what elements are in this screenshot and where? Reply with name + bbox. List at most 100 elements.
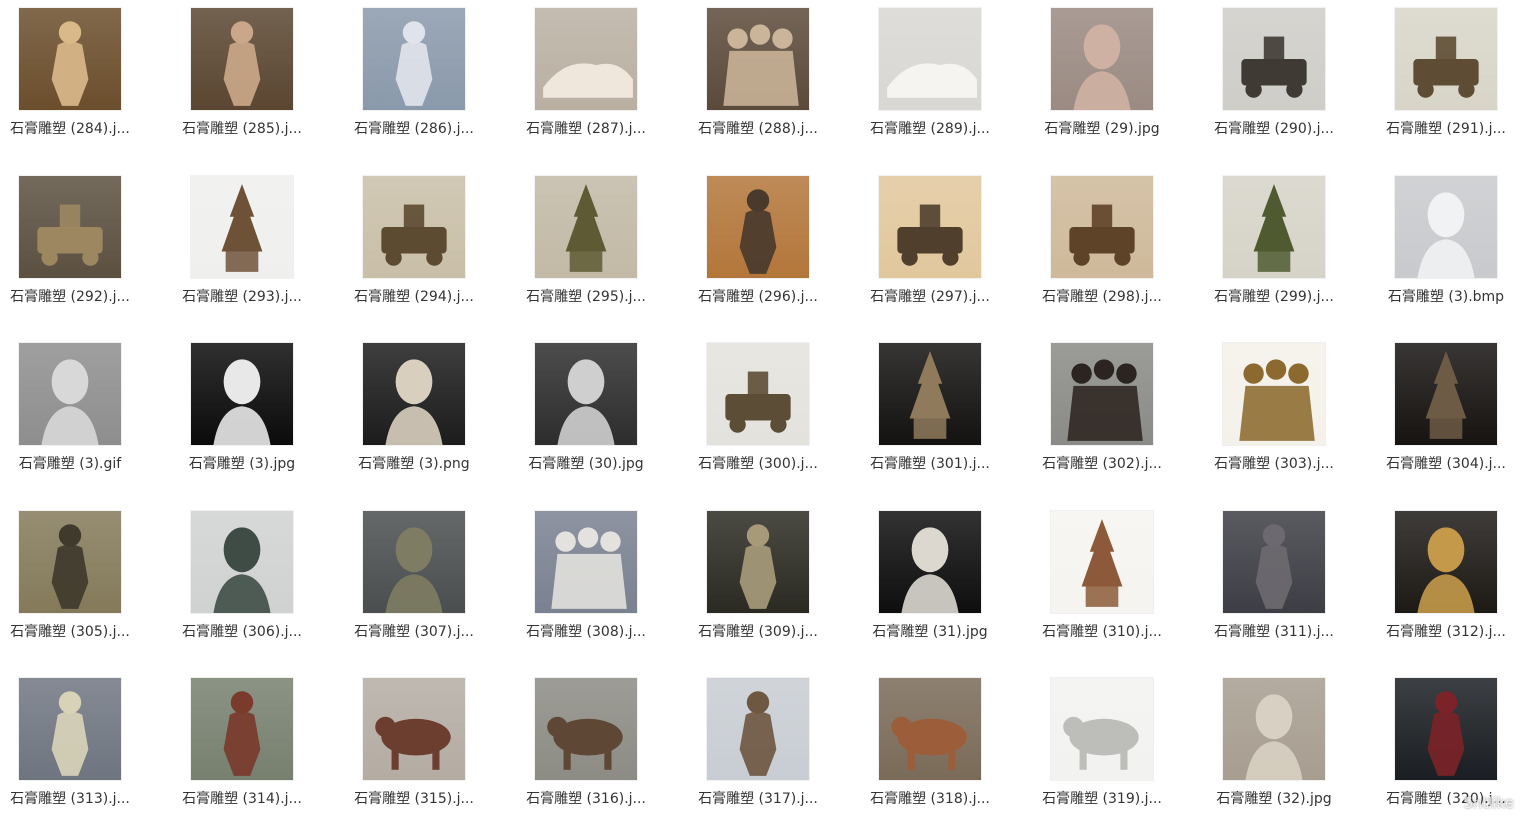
file-thumbnail[interactable] — [1395, 8, 1497, 110]
thumbnail-image — [19, 678, 121, 780]
file-item[interactable]: 石膏雕塑 (318).j... — [863, 670, 1036, 838]
file-item[interactable]: 石膏雕塑 (313).j... — [0, 670, 173, 838]
file-item[interactable]: 石膏雕塑 (291).j... — [1380, 0, 1522, 168]
file-item[interactable]: 石膏雕塑 (311).j... — [1208, 503, 1381, 671]
file-thumbnail[interactable] — [1223, 678, 1325, 780]
file-thumbnail[interactable] — [535, 511, 637, 613]
file-thumbnail[interactable] — [191, 678, 293, 780]
file-item[interactable]: 石膏雕塑 (286).j... — [345, 0, 518, 168]
file-thumbnail[interactable] — [363, 511, 465, 613]
file-thumbnail[interactable] — [363, 8, 465, 110]
file-item[interactable]: 石膏雕塑 (293).j... — [173, 168, 346, 336]
file-item[interactable]: 石膏雕塑 (3).jpg — [173, 335, 346, 503]
file-item[interactable]: 石膏雕塑 (3).png — [345, 335, 518, 503]
file-thumbnail[interactable] — [1051, 8, 1153, 110]
file-item[interactable]: 石膏雕塑 (303).j... — [1208, 335, 1381, 503]
file-thumbnail[interactable] — [535, 176, 637, 278]
file-item[interactable]: 石膏雕塑 (299).j... — [1208, 168, 1381, 336]
file-thumbnail[interactable] — [707, 511, 809, 613]
file-thumbnail[interactable] — [535, 8, 637, 110]
file-thumbnail[interactable] — [19, 176, 121, 278]
file-item[interactable]: 石膏雕塑 (296).j... — [690, 168, 863, 336]
file-thumbnail[interactable] — [1395, 176, 1497, 278]
file-item[interactable]: 石膏雕塑 (3).bmp — [1380, 168, 1522, 336]
file-item[interactable]: 石膏雕塑 (3).gif — [0, 335, 173, 503]
file-thumbnail[interactable] — [535, 343, 637, 445]
file-item[interactable]: 石膏雕塑 (304).j... — [1380, 335, 1522, 503]
file-item[interactable]: 石膏雕塑 (30).jpg — [518, 335, 691, 503]
file-thumbnail[interactable] — [1395, 511, 1497, 613]
file-item[interactable]: 石膏雕塑 (32).jpg — [1208, 670, 1381, 838]
file-thumbnail[interactable] — [707, 8, 809, 110]
file-item[interactable]: 石膏雕塑 (316).j... — [518, 670, 691, 838]
file-item[interactable]: 石膏雕塑 (284).j... — [0, 0, 173, 168]
file-thumbnail[interactable] — [707, 343, 809, 445]
file-thumbnail[interactable] — [19, 343, 121, 445]
file-item[interactable]: 石膏雕塑 (310).j... — [1035, 503, 1208, 671]
file-thumbnail[interactable] — [191, 511, 293, 613]
file-thumbnail[interactable] — [363, 678, 465, 780]
file-thumbnail[interactable] — [191, 343, 293, 445]
file-thumbnail[interactable] — [707, 176, 809, 278]
file-thumbnail[interactable] — [707, 678, 809, 780]
thumbnail-image — [1223, 678, 1325, 780]
file-thumbnail[interactable] — [1223, 511, 1325, 613]
file-thumbnail[interactable] — [191, 176, 293, 278]
file-item[interactable]: 石膏雕塑 (319).j... — [1035, 670, 1208, 838]
file-item[interactable]: 石膏雕塑 (305).j... — [0, 503, 173, 671]
file-name: 石膏雕塑 (3).bmp — [1376, 288, 1516, 306]
thumbnail-image — [1051, 343, 1153, 445]
file-thumbnail[interactable] — [191, 8, 293, 110]
file-thumbnail[interactable] — [1223, 176, 1325, 278]
file-thumbnail[interactable] — [879, 8, 981, 110]
file-item[interactable]: 石膏雕塑 (302).j... — [1035, 335, 1208, 503]
file-item[interactable]: 石膏雕塑 (289).j... — [863, 0, 1036, 168]
thumbnail-image — [1051, 511, 1153, 613]
file-item[interactable]: 石膏雕塑 (301).j... — [863, 335, 1036, 503]
file-item[interactable]: 石膏雕塑 (306).j... — [173, 503, 346, 671]
file-thumbnail[interactable] — [879, 511, 981, 613]
file-thumbnail[interactable] — [535, 678, 637, 780]
file-thumbnail[interactable] — [1223, 8, 1325, 110]
file-item[interactable]: 石膏雕塑 (288).j... — [690, 0, 863, 168]
file-item[interactable]: 石膏雕塑 (287).j... — [518, 0, 691, 168]
file-item[interactable]: 石膏雕塑 (314).j... — [173, 670, 346, 838]
file-item[interactable]: 石膏雕塑 (29).jpg — [1035, 0, 1208, 168]
file-thumbnail[interactable] — [19, 8, 121, 110]
file-thumbnail[interactable] — [19, 511, 121, 613]
file-name: 石膏雕塑 (289).j... — [860, 120, 1000, 138]
file-thumbnail[interactable] — [1051, 176, 1153, 278]
file-thumbnail[interactable] — [879, 176, 981, 278]
file-item[interactable]: 石膏雕塑 (308).j... — [518, 503, 691, 671]
file-thumbnail[interactable] — [363, 176, 465, 278]
thumbnail-image — [363, 176, 465, 278]
file-item[interactable]: 石膏雕塑 (31).jpg — [863, 503, 1036, 671]
file-item[interactable]: 石膏雕塑 (307).j... — [345, 503, 518, 671]
file-item[interactable]: 石膏雕塑 (315).j... — [345, 670, 518, 838]
file-thumbnail[interactable] — [879, 678, 981, 780]
thumbnail-image — [191, 8, 293, 110]
file-thumbnail[interactable] — [19, 678, 121, 780]
file-item[interactable]: 石膏雕塑 (298).j... — [1035, 168, 1208, 336]
file-thumbnail[interactable] — [363, 343, 465, 445]
file-item[interactable]: 石膏雕塑 (292).j... — [0, 168, 173, 336]
file-item[interactable]: 石膏雕塑 (320).j... — [1380, 670, 1522, 838]
file-thumbnail[interactable] — [1051, 511, 1153, 613]
file-thumbnail[interactable] — [1395, 678, 1497, 780]
file-thumbnail[interactable] — [1051, 678, 1153, 780]
file-item[interactable]: 石膏雕塑 (294).j... — [345, 168, 518, 336]
file-thumbnail[interactable] — [1051, 343, 1153, 445]
file-item[interactable]: 石膏雕塑 (309).j... — [690, 503, 863, 671]
file-item[interactable]: 石膏雕塑 (297).j... — [863, 168, 1036, 336]
file-thumbnail[interactable] — [1223, 343, 1325, 445]
file-item[interactable]: 石膏雕塑 (312).j... — [1380, 503, 1522, 671]
thumbnail-image — [363, 678, 465, 780]
file-item[interactable]: 石膏雕塑 (290).j... — [1208, 0, 1381, 168]
file-thumbnail[interactable] — [879, 343, 981, 445]
file-item[interactable]: 石膏雕塑 (300).j... — [690, 335, 863, 503]
file-item[interactable]: 石膏雕塑 (285).j... — [173, 0, 346, 168]
file-item[interactable]: 石膏雕塑 (295).j... — [518, 168, 691, 336]
file-thumbnail[interactable] — [1395, 343, 1497, 445]
thumbnail-image — [535, 8, 637, 110]
file-item[interactable]: 石膏雕塑 (317).j... — [690, 670, 863, 838]
